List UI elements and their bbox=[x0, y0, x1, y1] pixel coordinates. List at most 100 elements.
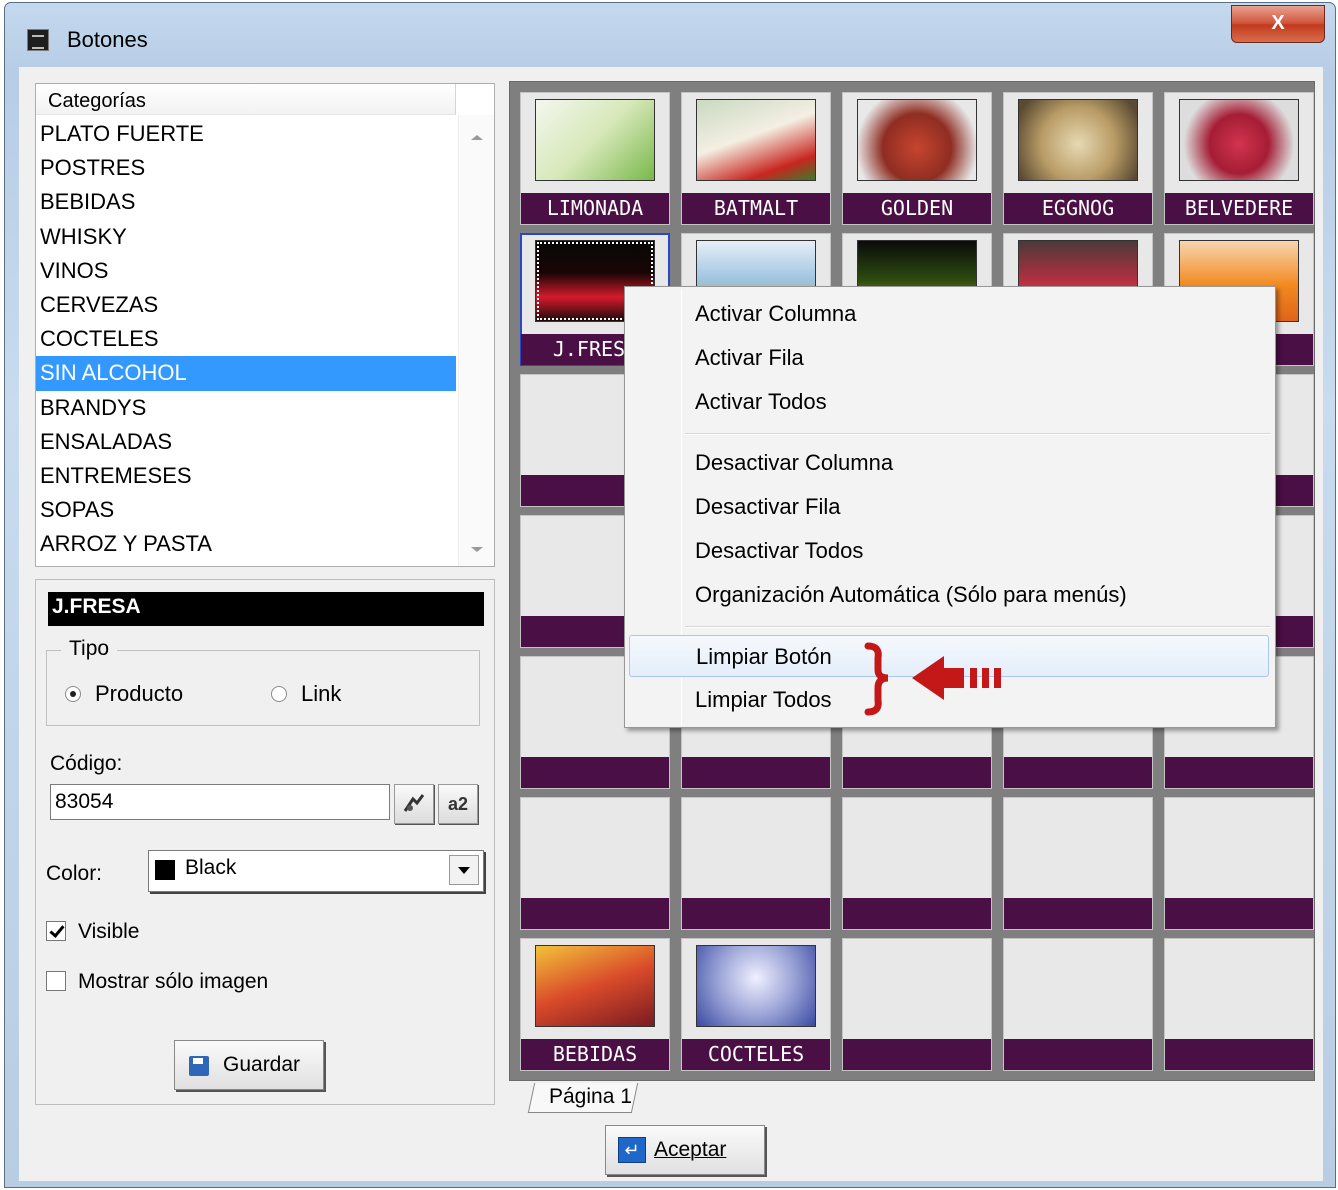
grid-button[interactable] bbox=[1003, 938, 1153, 1071]
menu-separator bbox=[685, 433, 1271, 435]
grid-button-label bbox=[521, 898, 669, 929]
grid-button[interactable]: LIMONADA bbox=[520, 92, 670, 225]
category-item[interactable]: ENTREMESES bbox=[36, 459, 456, 493]
category-item[interactable]: ENSALADAS bbox=[36, 425, 456, 459]
strawberry-shake-image bbox=[696, 99, 816, 181]
menu-item[interactable]: Desactivar Todos bbox=[629, 530, 1269, 572]
checkbox-label: Mostrar sólo imagen bbox=[78, 970, 269, 993]
page-tab-label[interactable]: Página 1 bbox=[549, 1085, 632, 1109]
grid-button-label: LIMONADA bbox=[521, 193, 669, 224]
grid-button[interactable] bbox=[1164, 797, 1314, 930]
grid-button[interactable]: BATMALT bbox=[681, 92, 831, 225]
grid-button-label bbox=[843, 757, 991, 788]
category-item[interactable]: ARROZ Y PASTA bbox=[36, 527, 456, 561]
category-item[interactable]: PLATO FUERTE bbox=[36, 117, 456, 151]
grid-button-label bbox=[1165, 757, 1313, 788]
grid-button[interactable] bbox=[1164, 938, 1314, 1071]
category-item[interactable]: CERVEZAS bbox=[36, 288, 456, 322]
grid-button-label bbox=[1004, 898, 1152, 929]
eggnog-image bbox=[1018, 99, 1138, 181]
scroll-down-icon[interactable] bbox=[471, 547, 483, 552]
categories-list[interactable]: Categorías PLATO FUERTE POSTRES BEBIDAS WHI… bbox=[35, 83, 495, 567]
window-title: Botones bbox=[67, 27, 148, 52]
visible-checkbox[interactable]: Visible bbox=[46, 920, 139, 944]
menu-separator bbox=[685, 626, 1271, 628]
grid-button-label bbox=[1165, 1039, 1313, 1070]
grid-button-label: BEBIDAS bbox=[521, 1039, 669, 1070]
chevron-down-icon[interactable] bbox=[449, 855, 479, 885]
grid-button[interactable]: EGGNOG bbox=[1003, 92, 1153, 225]
menu-item[interactable]: Activar Fila bbox=[629, 337, 1269, 379]
grid-button[interactable]: BELVEDERE bbox=[1164, 92, 1314, 225]
grid-button[interactable] bbox=[842, 938, 992, 1071]
grid-button[interactable] bbox=[842, 797, 992, 930]
checkbox-box bbox=[46, 921, 66, 941]
save-button[interactable]: Guardar bbox=[174, 1040, 324, 1090]
save-disk-icon bbox=[189, 1056, 209, 1076]
grid-button-label bbox=[1004, 757, 1152, 788]
menu-item[interactable]: Desactivar Fila bbox=[629, 486, 1269, 528]
categories-scrollbar[interactable] bbox=[458, 115, 494, 566]
arrow-annotation bbox=[864, 642, 1001, 716]
search-products-icon bbox=[403, 794, 425, 812]
radio-dot bbox=[65, 686, 81, 702]
tipo-group: Tipo Producto Link bbox=[46, 637, 480, 726]
grid-button[interactable] bbox=[1003, 797, 1153, 930]
tipo-legend: Tipo bbox=[61, 637, 118, 661]
app-icon bbox=[27, 29, 49, 51]
martini-image bbox=[696, 945, 816, 1027]
radio-label: Producto bbox=[95, 681, 184, 706]
grid-button[interactable] bbox=[681, 797, 831, 930]
grid-button-label bbox=[521, 757, 669, 788]
lime-drink-image bbox=[535, 99, 655, 181]
tipo-producto-radio[interactable]: Producto bbox=[65, 681, 183, 707]
category-item[interactable]: POSTRES bbox=[36, 151, 456, 185]
grid-button[interactable]: BEBIDAS bbox=[520, 938, 670, 1071]
color-label: Color: bbox=[46, 862, 103, 885]
search-products-button[interactable] bbox=[394, 784, 434, 824]
categories-header[interactable]: Categorías bbox=[36, 84, 456, 115]
grid-button-label bbox=[1165, 898, 1313, 929]
enter-icon: ↵ bbox=[618, 1137, 646, 1163]
solo-imagen-checkbox[interactable]: Mostrar sólo imagen bbox=[46, 970, 268, 994]
category-item[interactable]: SIN ALCOHOL bbox=[36, 356, 456, 391]
codigo-field[interactable]: 83054 bbox=[50, 784, 390, 820]
grid-button-label bbox=[1004, 1039, 1152, 1070]
codigo-label: Código: bbox=[50, 752, 123, 775]
fruit-drinks-image bbox=[535, 945, 655, 1027]
category-item[interactable]: SOPAS bbox=[36, 493, 456, 527]
color-select[interactable]: Black bbox=[148, 850, 484, 892]
grid-button[interactable] bbox=[520, 797, 670, 930]
menu-item[interactable]: Organización Automática (Sólo para menús… bbox=[629, 574, 1269, 616]
arrow-tail-2 bbox=[982, 668, 989, 688]
grid-button-label: COCTELES bbox=[682, 1039, 830, 1070]
checkbox-box bbox=[46, 971, 66, 991]
menu-item[interactable]: Activar Columna bbox=[629, 293, 1269, 335]
category-item[interactable]: WHISKY bbox=[36, 220, 456, 254]
category-item[interactable]: BEBIDAS bbox=[36, 185, 456, 219]
grid-button-label bbox=[682, 898, 830, 929]
color-swatch bbox=[155, 860, 175, 880]
category-item[interactable]: BRANDYS bbox=[36, 391, 456, 425]
menu-item[interactable]: Desactivar Columna bbox=[629, 442, 1269, 484]
arrow-tail-1 bbox=[970, 668, 977, 688]
category-item[interactable]: COCTELES bbox=[36, 322, 456, 356]
arrow-tail-3 bbox=[994, 668, 1001, 688]
radio-dot bbox=[271, 686, 287, 702]
categories-items: PLATO FUERTE POSTRES BEBIDAS WHISKY VINOS CER… bbox=[36, 117, 456, 561]
grid-button-label bbox=[682, 757, 830, 788]
grid-button[interactable]: GOLDEN bbox=[842, 92, 992, 225]
menu-item[interactable]: Activar Todos bbox=[629, 381, 1269, 423]
save-label: Guardar bbox=[223, 1053, 301, 1076]
scroll-up-icon[interactable] bbox=[471, 135, 483, 140]
a2-button[interactable]: a2 bbox=[438, 784, 478, 824]
category-item[interactable]: VINOS bbox=[36, 254, 456, 288]
cocktail-glass-image bbox=[1179, 99, 1299, 181]
tipo-link-radio[interactable]: Link bbox=[271, 681, 341, 707]
color-value: Black bbox=[185, 856, 237, 879]
radio-label: Link bbox=[301, 681, 342, 706]
accept-button[interactable]: ↵ Aceptar bbox=[605, 1125, 765, 1175]
grid-button[interactable]: COCTELES bbox=[681, 938, 831, 1071]
close-button[interactable]: X bbox=[1231, 5, 1325, 43]
button-details-panel: J.FRESA Tipo Producto Link Código: 83054… bbox=[35, 579, 495, 1105]
